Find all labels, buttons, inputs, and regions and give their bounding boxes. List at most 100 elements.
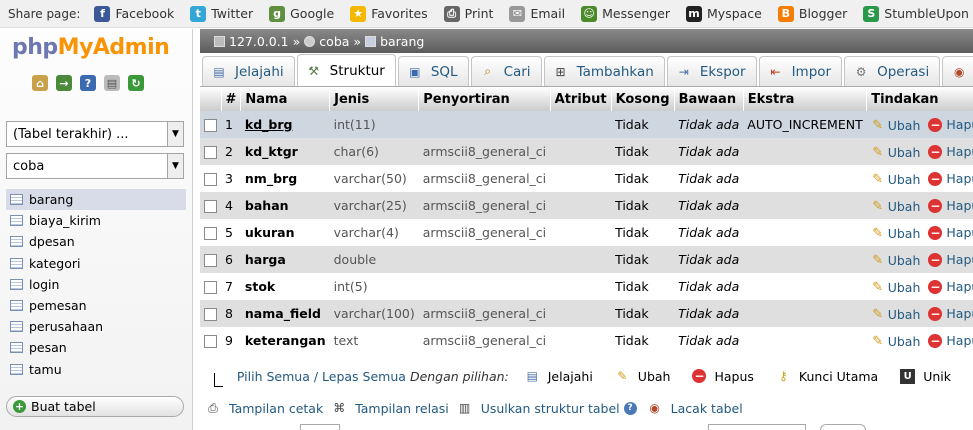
uncheck-all-link[interactable]: Lepas Semua [322, 369, 406, 384]
exit-icon[interactable]: → [56, 75, 72, 91]
breadcrumb-server[interactable]: 127.0.0.1 [229, 34, 289, 49]
edit-column-button[interactable]: ✎ Ubah [871, 334, 920, 349]
sidebar-table-perusahaan[interactable]: perusahaan [6, 316, 186, 337]
edit-column-button[interactable]: ✎ Ubah [871, 307, 920, 322]
tab-jelajahi[interactable]: ▤ Jelajahi [202, 56, 295, 86]
share-twitter[interactable]: t Twitter [190, 5, 253, 22]
column-null: Tidak [611, 138, 675, 165]
breadcrumb-table[interactable]: barang [380, 34, 424, 49]
operations-icon: ⚙ [855, 64, 867, 79]
drop-column-button[interactable]: −Hapus [928, 171, 973, 186]
row-checkbox[interactable] [204, 308, 217, 321]
home-icon[interactable]: ⌂ [32, 75, 48, 91]
edit-column-button[interactable]: ✎ Ubah [871, 253, 920, 268]
tab-pela[interactable]: ◉Pela [942, 56, 973, 86]
sidebar-table-dpesan[interactable]: dpesan [6, 231, 186, 252]
drop-column-button[interactable]: −Hapus [928, 252, 973, 267]
help-icon[interactable]: ? [623, 401, 637, 415]
share-myspace[interactable]: m Myspace [686, 5, 762, 22]
column-header[interactable]: Penyortiran [418, 87, 551, 111]
column-header[interactable]: Kosong [611, 87, 675, 111]
drop-column-button[interactable]: −Hapus [928, 225, 973, 240]
relation-view-link[interactable]: ⌘ Tampilan relasi [331, 401, 449, 416]
drop-column-button[interactable]: −Hapus [928, 279, 973, 294]
row-checkbox[interactable] [204, 254, 217, 267]
column-name: ukuran [240, 219, 330, 246]
reload-icon[interactable]: ↻ [128, 75, 144, 91]
edit-column-button[interactable]: ✎ Ubah [871, 145, 920, 160]
recent-tables-select[interactable]: (Tabel terakhir) ... ▼ [6, 121, 184, 147]
share-stumbleupon[interactable]: S StumbleUpon [863, 5, 969, 22]
sidebar-table-kategori[interactable]: kategori [6, 253, 186, 274]
print-view-link[interactable]: ⎙ Tampilan cetak [205, 401, 323, 416]
share-facebook[interactable]: f Facebook [94, 5, 174, 22]
drop-column-button[interactable]: −Hapus [928, 306, 973, 321]
sidebar-table-login[interactable]: login [6, 274, 186, 295]
bulk-ubah-button[interactable]: ✎ Ubah [615, 369, 670, 384]
share-messenger[interactable]: ☺ Messenger [581, 5, 670, 22]
tab-cari[interactable]: ⌕ Cari [470, 56, 542, 86]
drop-column-button[interactable]: −Hapus [928, 333, 973, 348]
table-icon [10, 215, 23, 227]
propose-structure-link[interactable]: ▥ Usulkan struktur tabel [457, 401, 620, 416]
tab-ekspor[interactable]: ⇥ Ekspor [666, 56, 757, 86]
row-checkbox[interactable] [204, 146, 217, 159]
edit-column-button[interactable]: ✎ Ubah [871, 118, 920, 133]
phpmyadmin-logo[interactable]: phpMyAdmin [12, 35, 170, 60]
bulk-unik-button[interactable]: U Unik [900, 368, 951, 384]
row-checkbox[interactable] [204, 227, 217, 240]
share-google[interactable]: g Google [269, 5, 334, 22]
cutoff-input[interactable] [300, 424, 340, 430]
row-checkbox[interactable] [204, 173, 217, 186]
column-attribute [550, 219, 612, 246]
edit-column-button[interactable]: ✎ Ubah [871, 172, 920, 187]
database-select[interactable]: coba ▼ [6, 153, 184, 179]
check-all-link[interactable]: Pilih Semua [237, 369, 310, 384]
sidebar-table-biaya_kirim[interactable]: biaya_kirim [6, 210, 186, 231]
column-header[interactable]: # [221, 87, 242, 111]
table-row: 1 kd_brg int(11) Tidak Tidak ada AUTO_INCREME… [200, 111, 973, 138]
column-header[interactable]: Nama [240, 87, 331, 111]
tab-tambahkan[interactable]: ⊞ Tambahkan [543, 56, 665, 86]
drop-column-button[interactable]: −Hapus [928, 198, 973, 213]
share-favorites[interactable]: ★ Favorites [350, 5, 428, 22]
help-icon[interactable]: ? [80, 75, 96, 91]
bulk-kunci-utama-button[interactable]: ⚷ Kunci Utama [776, 369, 878, 384]
edit-column-button[interactable]: ✎ Ubah [871, 226, 920, 241]
edit-column-button[interactable]: ✎ Ubah [871, 280, 920, 295]
track-table-link[interactable]: ◉ Lacak tabel [647, 401, 742, 416]
breadcrumb-database[interactable]: coba [319, 34, 349, 49]
cutoff-select[interactable] [708, 424, 806, 430]
share-blogger[interactable]: B Blogger [777, 5, 847, 22]
cutoff-button[interactable] [820, 424, 866, 430]
tab-operasi[interactable]: ⚙ Operasi [844, 56, 941, 86]
blogger-icon: B [777, 5, 794, 22]
row-actions: ✎Ubah −Hapus [866, 327, 973, 354]
sidebar-table-pemesan[interactable]: pemesan [6, 295, 186, 316]
sidebar-table-barang[interactable]: barang [6, 189, 186, 211]
bulk-hapus-button[interactable]: − Hapus [692, 369, 754, 384]
sidebar-table-tamu[interactable]: tamu [6, 359, 186, 380]
row-checkbox[interactable] [204, 200, 217, 213]
drop-column-button[interactable]: −Hapus [928, 117, 973, 132]
column-header[interactable]: Bawaan [674, 87, 744, 111]
column-header[interactable]: Jenis [329, 87, 420, 111]
share-print[interactable]: ⎙ Print [443, 5, 493, 22]
share-email[interactable]: ✉ Email [509, 5, 565, 22]
drop-icon: − [928, 252, 943, 267]
docs-icon[interactable]: ▤ [104, 75, 120, 91]
tab-struktur[interactable]: ⚒ Struktur [296, 54, 396, 86]
column-header[interactable]: Atribut [550, 87, 612, 111]
bulk-jelajahi-button[interactable]: ▤ Jelajahi [525, 369, 593, 384]
edit-column-button[interactable]: ✎ Ubah [871, 199, 920, 214]
row-checkbox[interactable] [204, 119, 217, 132]
drop-column-button[interactable]: −Hapus [928, 144, 973, 159]
row-checkbox[interactable] [204, 335, 217, 348]
new-table-button[interactable]: + Buat tabel [6, 396, 184, 417]
row-checkbox[interactable] [204, 281, 217, 294]
sidebar-table-pesan[interactable]: pesan [6, 337, 186, 358]
tab-impor[interactable]: ⇤ Impor [758, 56, 843, 86]
column-header[interactable]: Ekstra [743, 87, 868, 111]
column-attribute [550, 138, 612, 165]
tab-sql[interactable]: ▣ SQL [397, 56, 469, 86]
